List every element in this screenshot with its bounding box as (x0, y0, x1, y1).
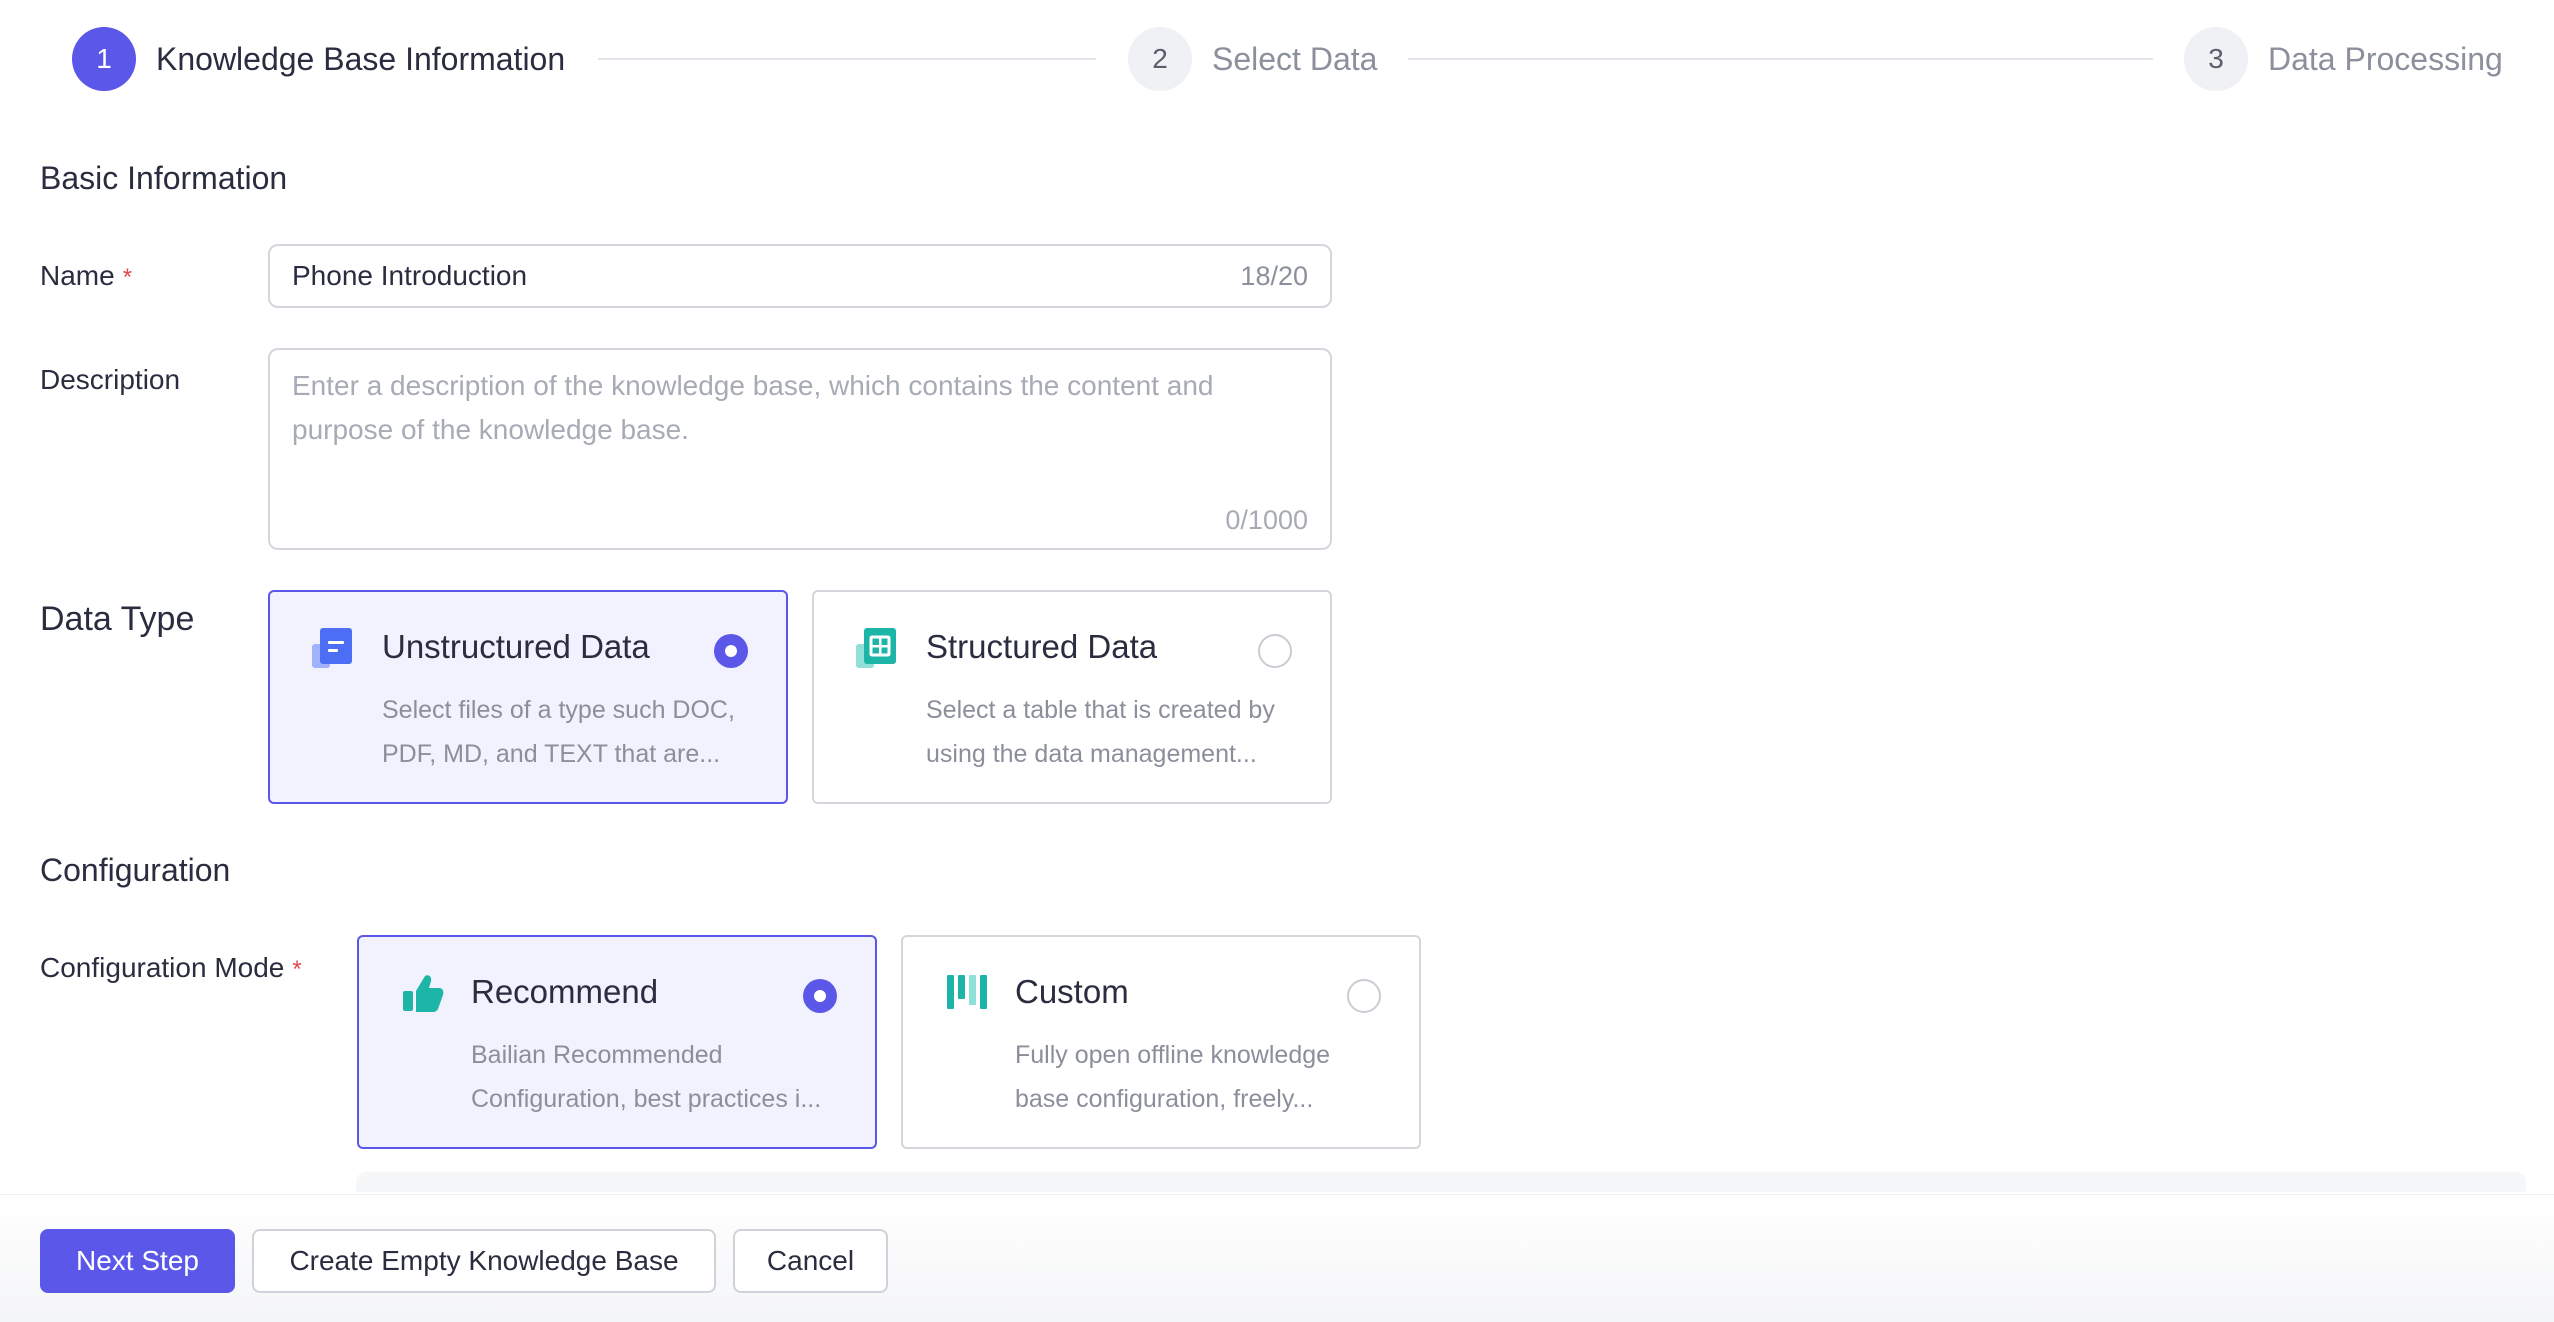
description-label: Description (40, 364, 181, 395)
custom-description: Fully open offline knowledge base config… (1015, 1033, 1385, 1121)
card-desc-line: Fully open offline knowledge (1015, 1041, 1331, 1069)
create-knowledge-base-page: 1 Knowledge Base Information 2 Select Da… (0, 0, 2554, 1322)
unstructured-data-title: Unstructured Data (382, 628, 650, 665)
name-input[interactable]: Phone Introduction 18/20 (268, 244, 1332, 308)
footer-actions: Next Step Create Empty Knowledge Base Ca… (0, 1194, 2554, 1322)
recommend-description: Bailian Recommended Configuration, best … (471, 1033, 841, 1121)
collapsed-config-panel (356, 1172, 2526, 1192)
step-1-number: 1 (72, 27, 136, 91)
create-empty-knowledge-base-button[interactable]: Create Empty Knowledge Base (252, 1229, 716, 1293)
name-label: Name * (40, 260, 132, 292)
step-connector (598, 58, 1096, 60)
card-desc-line: using the data management... (926, 740, 1257, 768)
table-icon (856, 626, 900, 672)
next-step-button[interactable]: Next Step (40, 1229, 235, 1293)
unstructured-data-card[interactable]: Unstructured Data Select files of a type… (268, 590, 788, 804)
basic-information-title: Basic Information (40, 160, 288, 196)
document-icon (312, 626, 356, 672)
step-2-label: Select Data (1212, 40, 1378, 77)
structured-data-description: Select a table that is created by using … (926, 688, 1296, 776)
recommend-card[interactable]: Recommend Bailian Recommended Configurat… (357, 935, 877, 1149)
step-2-number: 2 (1128, 27, 1192, 91)
name-char-count: 18/20 (1240, 260, 1308, 291)
card-desc-line: Bailian Recommended (471, 1041, 723, 1069)
step-3-number: 3 (2184, 27, 2248, 91)
step-1[interactable]: 1 Knowledge Base Information (72, 26, 565, 92)
unstructured-data-description: Select files of a type such DOC, PDF, MD… (382, 688, 752, 776)
thumbs-up-icon (401, 971, 445, 1017)
custom-radio[interactable] (1347, 979, 1381, 1013)
step-indicator: 1 Knowledge Base Information 2 Select Da… (0, 0, 2554, 120)
data-type-label: Data Type (40, 600, 195, 638)
bars-icon (945, 971, 989, 1017)
recommend-radio[interactable] (803, 979, 837, 1013)
card-desc-line: Configuration, best practices i... (471, 1085, 822, 1113)
step-connector (1408, 58, 2153, 60)
step-2[interactable]: 2 Select Data (1128, 26, 1377, 92)
unstructured-data-radio[interactable] (714, 634, 748, 668)
card-desc-line: base configuration, freely... (1015, 1085, 1314, 1113)
cancel-button[interactable]: Cancel (733, 1229, 888, 1293)
step-3-label: Data Processing (2268, 40, 2503, 77)
configuration-title: Configuration (40, 852, 231, 888)
step-3[interactable]: 3 Data Processing (2184, 26, 2503, 92)
description-char-count: 0/1000 (1225, 505, 1308, 535)
description-placeholder-line-1: Enter a description of the knowledge bas… (292, 370, 1214, 401)
name-label-text: Name (40, 260, 115, 291)
description-placeholder: Enter a description of the knowledge bas… (292, 364, 1292, 452)
structured-data-radio[interactable] (1258, 634, 1292, 668)
custom-title: Custom (1015, 973, 1129, 1010)
configuration-mode-label-text: Configuration Mode (40, 952, 285, 983)
card-desc-line: PDF, MD, and TEXT that are... (382, 740, 721, 768)
required-mark: * (122, 264, 133, 291)
recommend-title: Recommend (471, 973, 659, 1010)
configuration-mode-label: Configuration Mode * (40, 952, 302, 984)
structured-data-title: Structured Data (926, 628, 1158, 665)
custom-card[interactable]: Custom Fully open offline knowledge base… (901, 935, 1421, 1149)
description-textarea[interactable]: Enter a description of the knowledge bas… (268, 348, 1332, 550)
card-desc-line: Select a table that is created by (926, 696, 1275, 724)
required-mark: * (292, 956, 302, 983)
structured-data-card[interactable]: Structured Data Select a table that is c… (812, 590, 1332, 804)
description-placeholder-line-2: purpose of the knowledge base. (292, 414, 689, 445)
name-input-value[interactable]: Phone Introduction (292, 260, 1240, 292)
step-1-label: Knowledge Base Information (156, 40, 566, 77)
card-desc-line: Select files of a type such DOC, (382, 696, 735, 724)
